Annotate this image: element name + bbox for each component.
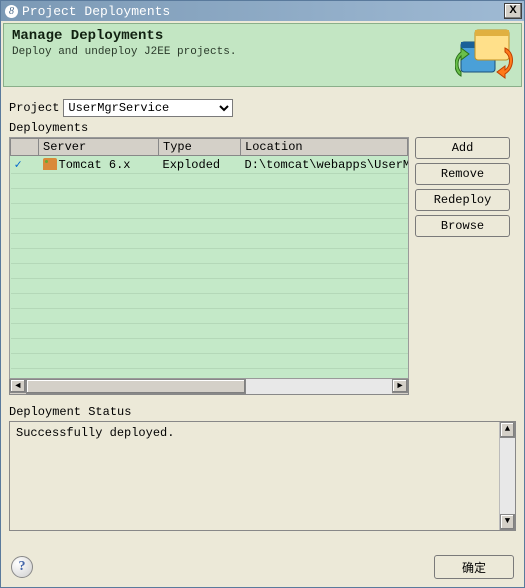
status-box: Successfully deployed. ▲ ▼: [9, 421, 516, 531]
deployments-table[interactable]: Server Type Location ✓ Tomcat 6.x Explod…: [9, 137, 409, 379]
scroll-down-icon[interactable]: ▼: [500, 514, 515, 530]
tomcat-icon: [43, 158, 57, 170]
title-bar: 8 Project Deployments X: [1, 1, 524, 21]
status-text: Successfully deployed.: [10, 422, 499, 530]
redeploy-button[interactable]: Redeploy: [415, 189, 510, 211]
col-check[interactable]: [11, 139, 39, 156]
v-scrollbar[interactable]: ▲ ▼: [499, 422, 515, 530]
scroll-thumb[interactable]: [26, 379, 246, 394]
col-type[interactable]: Type: [159, 139, 241, 156]
deployments-label: Deployments: [9, 121, 516, 135]
banner-subtext: Deploy and undeploy J2EE projects.: [12, 46, 513, 58]
table-header-row: Server Type Location: [11, 139, 408, 156]
remove-button[interactable]: Remove: [415, 163, 510, 185]
col-location[interactable]: Location: [241, 139, 408, 156]
browse-button[interactable]: Browse: [415, 215, 510, 237]
deploy-icon: [455, 28, 517, 82]
dialog-footer: ? 确定: [1, 547, 524, 587]
table-row[interactable]: ✓ Tomcat 6.x Exploded D:\tomcat\webapps\…: [11, 156, 408, 174]
window-title: Project Deployments: [22, 4, 170, 19]
app-icon: 8: [5, 5, 18, 18]
scroll-up-icon[interactable]: ▲: [500, 422, 515, 438]
cell-location: D:\tomcat\webapps\UserMgrSe: [241, 156, 408, 174]
cell-type: Exploded: [159, 156, 241, 174]
col-server[interactable]: Server: [39, 139, 159, 156]
close-button[interactable]: X: [504, 3, 522, 19]
project-deployments-dialog: 8 Project Deployments X Manage Deploymen…: [0, 0, 525, 588]
h-scrollbar[interactable]: ◄ ►: [9, 379, 409, 395]
help-button[interactable]: ?: [11, 556, 33, 578]
ok-button[interactable]: 确定: [434, 555, 514, 579]
cell-server: Tomcat 6.x: [59, 158, 131, 172]
add-button[interactable]: Add: [415, 137, 510, 159]
scroll-right-icon[interactable]: ►: [392, 379, 408, 393]
status-label: Deployment Status: [9, 405, 516, 419]
banner-heading: Manage Deployments: [12, 28, 513, 44]
banner: Manage Deployments Deploy and undeploy J…: [3, 23, 522, 87]
scroll-left-icon[interactable]: ◄: [10, 379, 26, 393]
project-label: Project: [9, 101, 59, 115]
project-select[interactable]: UserMgrService: [63, 99, 233, 117]
checkmark-icon: ✓: [15, 158, 22, 172]
